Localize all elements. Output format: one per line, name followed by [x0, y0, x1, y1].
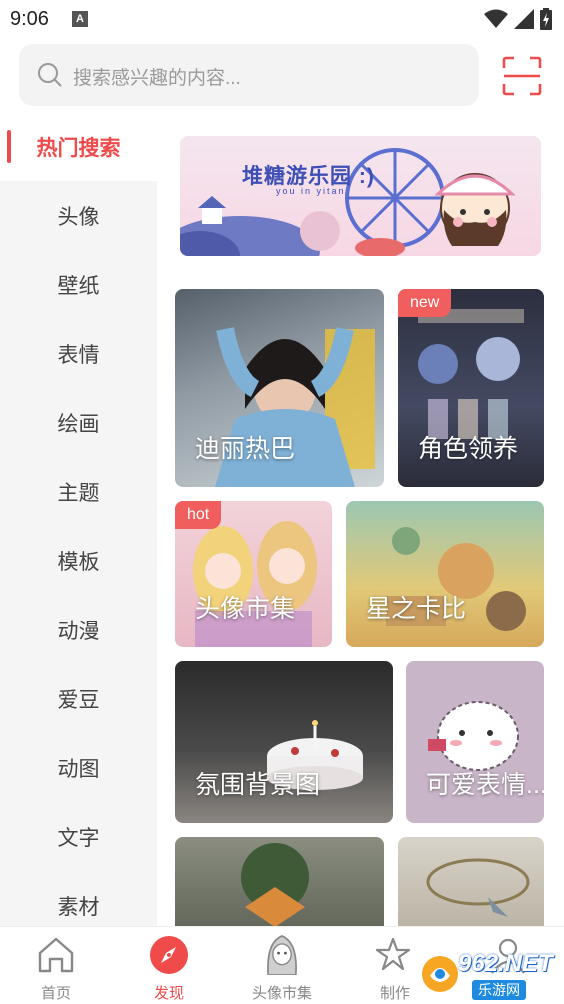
site-watermark: 962.NET 乐游网: [418, 948, 558, 1004]
sidebar-item-label: 爱豆: [57, 688, 100, 712]
sidebar-item-label: 动漫: [57, 619, 100, 643]
search-input[interactable]: 搜索感兴趣的内容...: [19, 44, 479, 106]
status-bar: 9:06 A: [0, 0, 564, 38]
card-photo: [426, 858, 530, 917]
avatar-market-icon: [267, 934, 297, 975]
new-badge: new: [398, 289, 452, 317]
promo-banner[interactable]: 堆糖游乐园 :) you in yitan: [180, 136, 541, 256]
sidebar-item-label: 动图: [57, 757, 100, 781]
card-label: 头像市集: [195, 595, 296, 623]
sidebar-item-avatar[interactable]: 头像: [0, 181, 157, 250]
sidebar-item-hot-search[interactable]: 热门搜索: [0, 112, 157, 181]
status-icons: [484, 8, 552, 30]
battery-icon: [540, 8, 552, 30]
sidebar-item-label: 绘画: [57, 412, 100, 436]
card-photo: [241, 843, 309, 926]
search-placeholder: 搜索感兴趣的内容...: [73, 68, 241, 89]
sidebar-item-gif[interactable]: 动图: [0, 733, 157, 802]
nav-home[interactable]: 首页: [6, 927, 106, 1004]
card-label: 迪丽热巴: [195, 435, 296, 463]
content-area: 堆糖游乐园 :) you in yitan 迪丽热巴 new 角色领养 hot …: [157, 112, 564, 926]
sidebar-item-anime[interactable]: 动漫: [0, 595, 157, 664]
nav-label: 头像市集: [251, 985, 312, 1002]
sidebar-item-label: 主题: [57, 481, 100, 505]
home-icon: [38, 937, 74, 973]
category-sidebar: 热门搜索 头像 壁纸 表情 绘画 主题 模板 动漫 爱豆 动图 文字 素材: [0, 112, 157, 926]
card-kirby[interactable]: 星之卡比: [346, 501, 544, 647]
banner-illustration: [180, 148, 516, 256]
card-artwork: [386, 527, 526, 631]
card-label: 角色领养: [418, 435, 519, 463]
sidebar-item-template[interactable]: 模板: [0, 526, 157, 595]
card-label: 可爱表情...: [426, 771, 544, 799]
card-label: 星之卡比: [366, 595, 467, 623]
sidebar-item-text[interactable]: 文字: [0, 802, 157, 871]
sidebar-item-label: 模板: [57, 550, 100, 574]
notification-icon: A: [72, 11, 88, 27]
card-character-adoption[interactable]: new 角色领养: [398, 289, 544, 487]
card-avatar-market[interactable]: hot 头像市集: [175, 501, 332, 647]
card-celebrity[interactable]: 迪丽热巴: [175, 289, 384, 487]
card-plant-photo[interactable]: [175, 837, 384, 926]
sidebar-item-emoji[interactable]: 表情: [0, 319, 157, 388]
signal-icon: [514, 9, 534, 29]
scan-icon[interactable]: [502, 56, 542, 96]
search-icon: [38, 63, 62, 87]
sidebar-item-material[interactable]: 素材: [0, 871, 157, 926]
card-cute-emoji[interactable]: 可爱表情...: [406, 661, 544, 823]
card-label: 氛围背景图: [195, 771, 321, 799]
status-time: 9:06: [10, 8, 49, 30]
sidebar-item-theme[interactable]: 主题: [0, 457, 157, 526]
watermark-subtext: 乐游网: [472, 980, 526, 1000]
sidebar-item-label: 文字: [57, 826, 100, 850]
nav-label: 发现: [153, 985, 184, 1002]
star-pen-icon: [375, 937, 411, 971]
sidebar-item-label: 素材: [57, 895, 100, 919]
sidebar-item-painting[interactable]: 绘画: [0, 388, 157, 457]
nav-avatar-market[interactable]: 头像市集: [232, 927, 332, 1004]
sidebar-item-label: 热门搜索: [36, 136, 121, 160]
nav-label: 首页: [40, 985, 71, 1002]
sidebar-item-idol[interactable]: 爱豆: [0, 664, 157, 733]
nav-discover[interactable]: 发现: [119, 927, 219, 1004]
sidebar-item-wallpaper[interactable]: 壁纸: [0, 250, 157, 319]
sidebar-item-label: 表情: [57, 343, 100, 367]
watermark-text: 962.NET: [458, 950, 553, 977]
watermark-logo-icon: [422, 956, 458, 992]
card-ambient-background[interactable]: 氛围背景图: [175, 661, 393, 823]
sidebar-item-label: 壁纸: [57, 274, 100, 298]
card-jewelry-photo[interactable]: [398, 837, 544, 926]
banner-subtitle: you in yitan: [276, 186, 346, 196]
wifi-icon: [484, 9, 508, 28]
sidebar-item-label: 头像: [57, 205, 100, 229]
compass-icon: [150, 936, 188, 974]
hot-badge: hot: [175, 501, 222, 529]
